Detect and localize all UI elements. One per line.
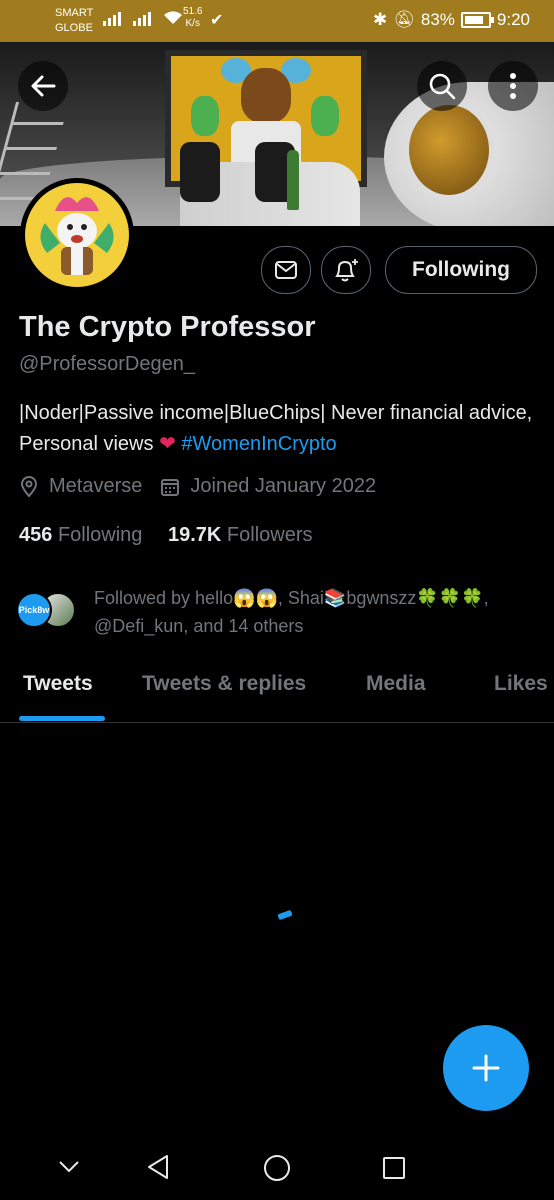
- more-vertical-icon: [510, 73, 516, 99]
- message-button[interactable]: [261, 246, 311, 294]
- more-options-button[interactable]: [488, 61, 538, 111]
- loading-spinner-icon: [277, 909, 293, 921]
- following-button[interactable]: Following: [385, 246, 537, 294]
- bluetooth-icon: ✱: [373, 10, 388, 29]
- clock: 9:20: [496, 10, 530, 29]
- check-icon: ✔: [210, 12, 224, 29]
- avatar-character-image: [40, 197, 114, 275]
- home-circle-icon[interactable]: [263, 1154, 291, 1182]
- search-icon: [429, 73, 456, 100]
- tab-media[interactable]: Media: [366, 672, 426, 696]
- profile-avatar[interactable]: [20, 178, 134, 292]
- plus-icon: [472, 1054, 500, 1082]
- location-label: Metaverse: [49, 475, 143, 497]
- search-button[interactable]: [417, 61, 467, 111]
- status-bar: SMART GLOBE 51.6 K/s ✔ ✱ 🔕︎ 83% 9:20: [0, 0, 554, 42]
- battery-icon: [460, 12, 494, 28]
- tab-likes[interactable]: Likes: [494, 672, 548, 696]
- followed-by-text[interactable]: Followed by hello😱😱, Shai📚bgwnszz🍀🍀🍀, @D…: [94, 584, 544, 640]
- following-link[interactable]: 456 Following: [19, 524, 142, 546]
- profile-handle: @ProfessorDegen_: [19, 353, 195, 375]
- heart-icon: ❤: [159, 433, 176, 455]
- active-tab-indicator: [19, 716, 105, 721]
- profile-name: The Crypto Professor: [19, 311, 316, 343]
- avatar: Pick8w: [16, 592, 52, 628]
- calendar-icon: [161, 478, 180, 496]
- signal-icons: [103, 10, 183, 26]
- profile-bio: |Noder|Passive income|BlueChips| Never f…: [19, 402, 533, 455]
- joined-date: Joined January 2022: [190, 475, 377, 497]
- compose-tweet-button[interactable]: [443, 1025, 529, 1111]
- arrow-left-icon: [31, 75, 56, 97]
- tab-tweets[interactable]: Tweets: [23, 672, 93, 696]
- bell-plus-icon: [335, 259, 358, 282]
- profile-tabs: Tweets Tweets & replies Media Likes: [0, 666, 554, 723]
- recents-square-icon[interactable]: [382, 1156, 406, 1180]
- back-triangle-icon[interactable]: [146, 1154, 170, 1180]
- bio-hashtag[interactable]: #WomenInCrypto: [181, 433, 336, 455]
- location-pin-icon: [20, 475, 38, 498]
- profile-meta: Metaverse Joined January 2022: [19, 475, 376, 498]
- battery-percent: 83%: [420, 10, 455, 29]
- tab-tweets-replies[interactable]: Tweets & replies: [142, 672, 306, 696]
- wifi-icon: [164, 11, 182, 24]
- chevron-down-icon[interactable]: [58, 1160, 80, 1174]
- mute-bell-icon: 🔕︎: [393, 10, 415, 29]
- signal-strength-icon: [103, 12, 121, 26]
- profile-stats: 456 Following 19.7K Followers: [19, 524, 313, 547]
- back-button[interactable]: [18, 61, 68, 111]
- followers-link[interactable]: 19.7K Followers: [168, 524, 313, 546]
- followed-by-avatars[interactable]: Pick8w: [16, 590, 86, 630]
- notifications-button[interactable]: [321, 246, 371, 294]
- network-speed: 51.6 K/s: [183, 6, 203, 29]
- carrier-label: SMART GLOBE: [55, 7, 94, 34]
- signal-strength-icon: [133, 12, 151, 26]
- system-navigation-bar: [0, 1130, 554, 1200]
- mail-icon: [275, 261, 297, 279]
